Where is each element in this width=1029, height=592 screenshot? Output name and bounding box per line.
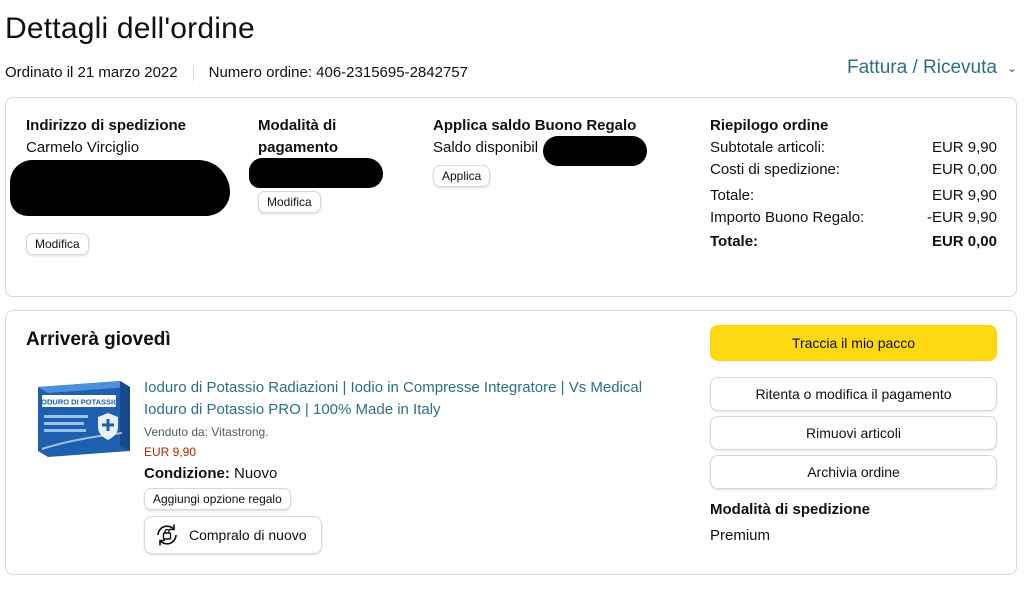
- product-price: EUR 9,90: [144, 445, 197, 459]
- order-summary-heading: Riepilogo ordine: [710, 117, 829, 134]
- gift-card-heading: Applica saldo Buono Regalo: [433, 117, 637, 134]
- product-title-link[interactable]: Ioduro di Potassio Radiazioni | Iodio in…: [144, 377, 684, 421]
- shipping-address-section: Indirizzo di spedizione Carmelo Vircigli…: [26, 115, 246, 159]
- buy-again-button[interactable]: Compralo di nuovo: [144, 516, 322, 554]
- order-info-box: Indirizzo di spedizione Carmelo Vircigli…: [5, 97, 1017, 297]
- archive-order-button[interactable]: Archivia ordine: [710, 455, 997, 489]
- invoice-dropdown[interactable]: Fattura / Ricevuta ⌄: [847, 57, 1017, 79]
- buy-again-label: Compralo di nuovo: [189, 527, 307, 543]
- chevron-down-icon: ⌄: [1006, 61, 1017, 75]
- summary-row-shipping: Costi di spedizione: EUR 0,00: [710, 161, 997, 178]
- shipment-box: Arriverà giovedì IODURO DI POTASSIO Iodu…: [5, 310, 1017, 575]
- shipping-mode-value: Premium: [710, 527, 771, 544]
- recipient-name: Carmelo Virciglio: [26, 139, 140, 156]
- product-box-illustration: IODURO DI POTASSIO: [38, 381, 130, 457]
- shipping-mode-heading: Modalità di spedizione: [710, 501, 871, 518]
- redacted-payment: [249, 158, 383, 188]
- meta-divider: [192, 64, 194, 81]
- payment-heading: Modalità di pagamento: [258, 117, 339, 156]
- product-condition: Condizione: Nuovo: [144, 465, 278, 482]
- order-number: Numero ordine: 406-2315695-2842757: [208, 64, 468, 81]
- order-date: Ordinato il 21 marzo 2022: [5, 64, 178, 81]
- summary-row-grand-total: Totale: EUR 0,00: [710, 233, 997, 250]
- track-package-button[interactable]: Traccia il mio pacco: [710, 325, 997, 361]
- redacted-balance: [543, 136, 647, 166]
- page-title: Dettagli dell'ordine: [5, 12, 255, 45]
- remove-items-button[interactable]: Rimuovi articoli: [710, 416, 997, 450]
- redacted-address: [10, 160, 230, 216]
- product-info: Ioduro di Potassio Radiazioni | Iodio in…: [144, 377, 684, 554]
- apply-gift-card-button[interactable]: Applica: [433, 165, 491, 187]
- summary-row-gift-card: Importo Buono Regalo: -EUR 9,90: [710, 209, 997, 226]
- product-image[interactable]: IODURO DI POTASSIO: [32, 377, 132, 461]
- payment-section: Modalità di pagamento: [258, 115, 408, 159]
- arrival-heading: Arriverà giovedì: [26, 329, 171, 350]
- invoice-label: Fattura / Ricevuta: [846, 57, 997, 78]
- edit-address-button[interactable]: Modifica: [26, 233, 89, 255]
- order-summary-section: Riepilogo ordine Subtotale articoli: EUR…: [710, 115, 997, 253]
- retry-payment-button[interactable]: Ritenta o modifica il pagamento: [710, 377, 997, 411]
- shipment-actions: Traccia il mio pacco Ritenta o modifica …: [710, 325, 997, 544]
- summary-row-subtotal: Subtotale articoli: EUR 9,90: [710, 139, 997, 156]
- seller-info: Venduto da: Vitastrong.: [144, 425, 269, 439]
- summary-row-total: Totale: EUR 9,90: [710, 187, 997, 204]
- shipping-address-heading: Indirizzo di spedizione: [26, 117, 187, 134]
- buy-again-icon: [157, 524, 177, 546]
- add-gift-option-button[interactable]: Aggiungi opzione regalo: [144, 488, 291, 510]
- order-meta: Ordinato il 21 marzo 2022 Numero ordine:…: [5, 64, 468, 81]
- product-image-text: IODURO DI POTASSIO: [39, 398, 119, 407]
- edit-payment-button[interactable]: Modifica: [258, 191, 321, 213]
